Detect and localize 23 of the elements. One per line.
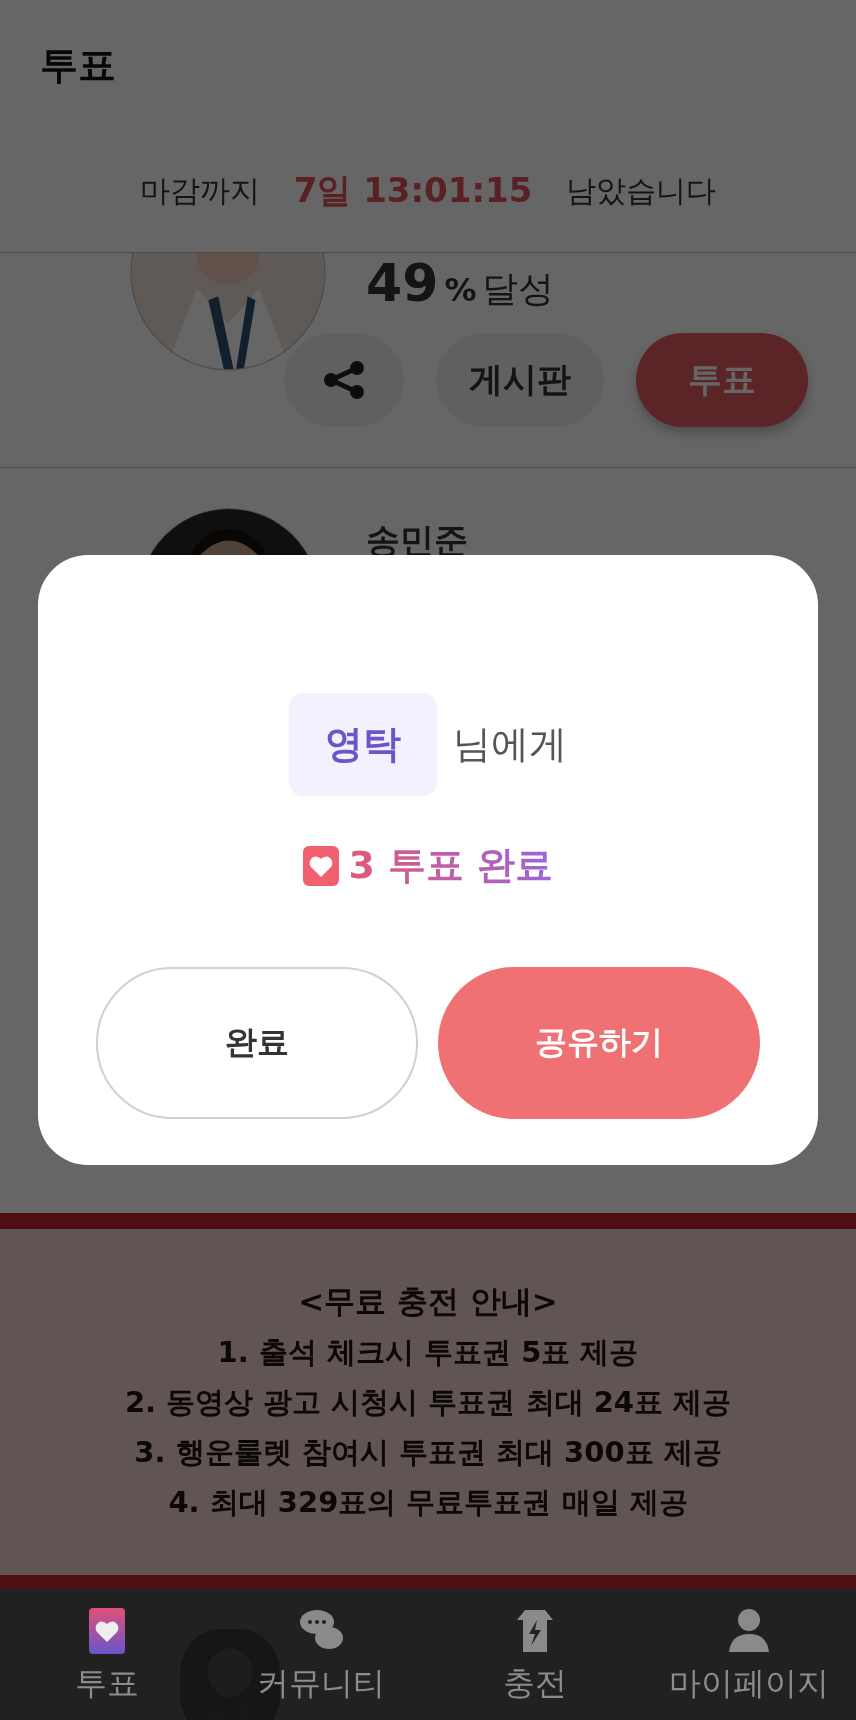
done-button[interactable]: 완료 [96, 967, 418, 1119]
nav-tab[interactable]: 충전 [428, 1589, 642, 1720]
nav-tab[interactable]: 투표 [0, 1589, 214, 1720]
banner-line: 4. 최대 329표의 무료투표권 매일 제공 [168, 1484, 688, 1521]
share-icon [321, 360, 367, 400]
countdown-suffix: 남았습니다 [566, 171, 717, 210]
nav-tab[interactable]: 마이페이지 [642, 1589, 856, 1720]
recipient-suffix: 님에게 [453, 721, 567, 768]
progress-percent: 49 [366, 253, 439, 313]
share-button[interactable] [284, 333, 404, 427]
recipient-chip: 영탁 [289, 693, 437, 796]
banner-title: <무료 충전 안내> [298, 1282, 558, 1321]
countdown-time: 7일 13:01:15 [293, 169, 533, 212]
share-button[interactable]: 공유하기 [438, 967, 760, 1119]
banner-line: 1. 출석 체크시 투표권 5표 제공 [217, 1334, 639, 1371]
banner-line: 2. 동영상 광고 시청시 투표권 최대 24표 제공 [124, 1384, 732, 1421]
nav-tab[interactable]: 커뮤니티 [214, 1589, 428, 1720]
page-title: 투표 [40, 41, 116, 89]
percent-sign: % [444, 271, 477, 309]
board-button[interactable]: 게시판 [436, 333, 604, 427]
progress-label: 달성 [482, 267, 555, 311]
countdown-prefix: 마감까지 [139, 171, 260, 210]
banner-line: 3. 행운룰렛 참여시 투표권 최대 300표 제공 [134, 1434, 722, 1471]
